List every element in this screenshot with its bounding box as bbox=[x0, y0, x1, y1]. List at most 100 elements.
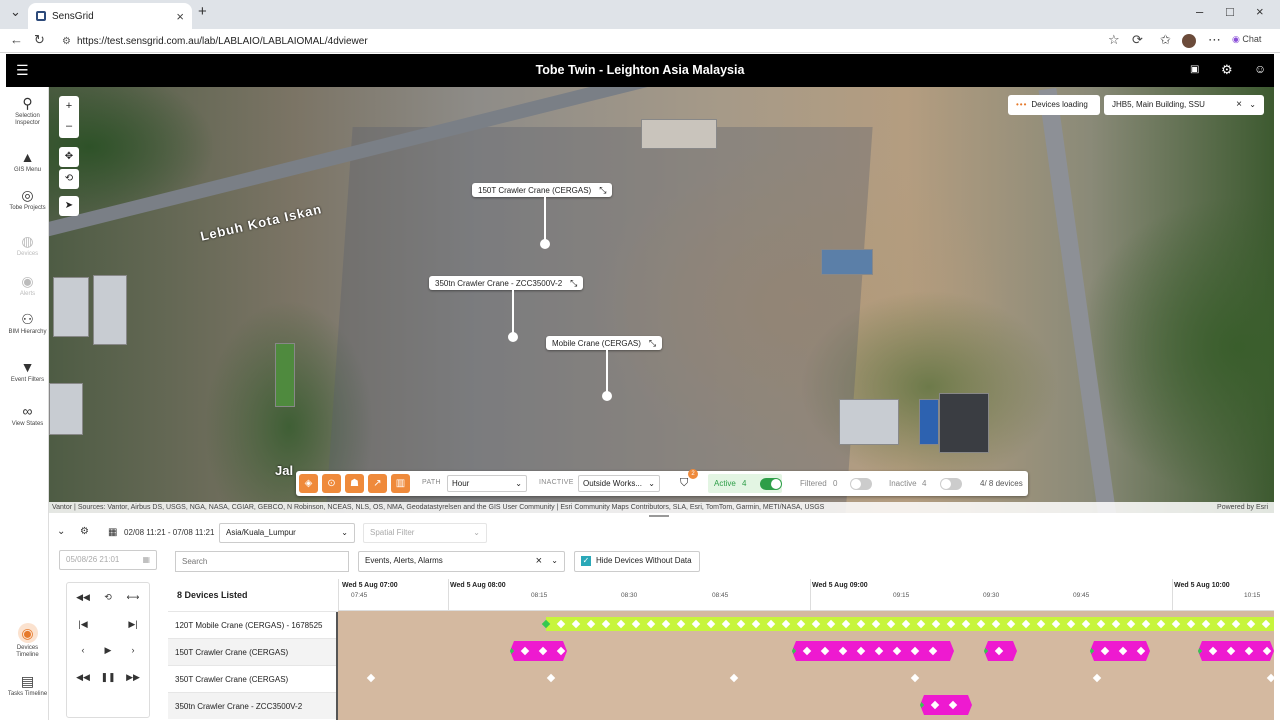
event-marker[interactable] bbox=[521, 647, 529, 655]
event-marker[interactable] bbox=[1126, 619, 1136, 629]
browser-tab[interactable]: SensGrid × bbox=[28, 3, 192, 29]
extensions-icon[interactable]: ⟳ bbox=[1132, 32, 1143, 48]
event-marker[interactable] bbox=[856, 619, 866, 629]
url-field[interactable]: ⚙ https://test.sensgrid.com.au/lab/LABLA… bbox=[52, 31, 1132, 51]
clear-event-filter-icon[interactable]: × bbox=[536, 552, 542, 570]
event-marker[interactable] bbox=[1171, 619, 1181, 629]
favorites-icon[interactable]: ✩ bbox=[1160, 32, 1171, 48]
device-marker[interactable] bbox=[540, 239, 550, 249]
map-callout-mobile-crane[interactable]: Mobile Crane (CERGAS) ⤡ bbox=[546, 336, 663, 350]
event-marker[interactable] bbox=[366, 673, 376, 683]
back-icon[interactable]: ← bbox=[10, 32, 23, 47]
event-marker[interactable] bbox=[1186, 619, 1196, 629]
event-marker[interactable] bbox=[995, 647, 1003, 655]
event-marker[interactable] bbox=[571, 619, 581, 629]
list-item[interactable]: 120T Mobile Crane (CERGAS) - 1678525 bbox=[168, 611, 338, 638]
event-marker[interactable] bbox=[646, 619, 656, 629]
inactive-select[interactable]: Outside Works... ⌄ bbox=[578, 475, 660, 492]
sidebar-item-bim-hierarchy[interactable]: ⚇ BIM Hierarchy bbox=[6, 311, 49, 336]
event-marker[interactable] bbox=[826, 619, 836, 629]
event-marker[interactable] bbox=[539, 647, 547, 655]
calendar-icon[interactable]: ▦ bbox=[108, 527, 117, 538]
event-marker[interactable] bbox=[1096, 619, 1106, 629]
event-marker[interactable] bbox=[1245, 647, 1253, 655]
filtered-toggle[interactable] bbox=[850, 478, 872, 490]
event-marker[interactable] bbox=[616, 619, 626, 629]
loop-icon[interactable]: ⟲ bbox=[98, 588, 118, 606]
collapse-callout-icon[interactable]: ⤡ bbox=[649, 338, 656, 348]
event-marker[interactable] bbox=[871, 619, 881, 629]
location-pin-icon[interactable]: ⊙ bbox=[322, 474, 341, 493]
settings-gear-icon[interactable]: ⚙ bbox=[1221, 62, 1233, 78]
select-pointer-icon[interactable]: ➤ bbox=[59, 196, 79, 216]
close-window-icon[interactable]: × bbox=[1256, 4, 1264, 19]
event-marker[interactable] bbox=[803, 647, 811, 655]
list-item[interactable]: 150T Crawler Crane (CERGAS) bbox=[168, 638, 338, 665]
chat-button[interactable]: ◉ Chat bbox=[1232, 34, 1261, 45]
clear-location-icon[interactable]: × bbox=[1236, 95, 1242, 115]
event-marker[interactable] bbox=[1141, 619, 1151, 629]
pause-icon[interactable]: ❚❚ bbox=[98, 668, 118, 686]
event-marker[interactable] bbox=[781, 619, 791, 629]
event-marker[interactable] bbox=[916, 619, 926, 629]
event-marker[interactable] bbox=[1081, 619, 1091, 629]
event-filter-select[interactable]: Events, Alerts, Alarms × ⌄ bbox=[358, 551, 565, 572]
event-marker[interactable] bbox=[961, 619, 971, 629]
activity-segment[interactable] bbox=[920, 695, 972, 715]
event-marker[interactable] bbox=[1101, 647, 1109, 655]
timeline-settings-icon[interactable]: ⚙ bbox=[80, 526, 89, 537]
reload-icon[interactable]: ↻ bbox=[34, 32, 45, 48]
event-marker[interactable] bbox=[661, 619, 671, 629]
tag-tool-icon[interactable]: ◈ bbox=[299, 474, 318, 493]
event-marker[interactable] bbox=[601, 619, 611, 629]
location-select[interactable]: JHB5, Main Building, SSU × ⌄ bbox=[1104, 95, 1264, 115]
favorite-star-icon[interactable]: ☆ bbox=[1108, 32, 1120, 48]
sidebar-item-alerts[interactable]: ◉ Alerts bbox=[6, 273, 49, 298]
date-input[interactable]: 05/08/26 21:01 ▦ bbox=[59, 550, 157, 570]
more-menu-icon[interactable]: ⋯ bbox=[1208, 32, 1221, 48]
date-range[interactable]: 02/08 11:21 - 07/08 11:21 bbox=[124, 528, 214, 537]
event-marker[interactable] bbox=[949, 701, 957, 709]
map-callout-150t-crane[interactable]: 150T Crawler Crane (CERGAS) ⤡ bbox=[472, 183, 613, 197]
event-marker[interactable] bbox=[1111, 619, 1121, 629]
play-icon[interactable]: ▶ bbox=[98, 641, 118, 659]
event-marker[interactable] bbox=[1066, 619, 1076, 629]
event-marker[interactable] bbox=[991, 619, 1001, 629]
building-tool-icon[interactable]: ▥ bbox=[391, 474, 410, 493]
pan-icon[interactable]: ✥ bbox=[59, 147, 79, 167]
activity-segment[interactable] bbox=[1198, 641, 1274, 661]
event-marker[interactable] bbox=[839, 647, 847, 655]
event-marker[interactable] bbox=[911, 647, 919, 655]
event-marker[interactable] bbox=[910, 673, 920, 683]
event-marker[interactable] bbox=[1263, 647, 1271, 655]
event-marker[interactable] bbox=[556, 619, 566, 629]
event-marker[interactable] bbox=[1231, 619, 1241, 629]
event-marker[interactable] bbox=[751, 619, 761, 629]
search-input[interactable] bbox=[175, 551, 349, 572]
zoom-out-button[interactable]: – bbox=[59, 116, 79, 136]
active-toggle[interactable] bbox=[760, 478, 782, 490]
calendar-icon[interactable]: ▦ bbox=[142, 551, 150, 569]
device-marker[interactable] bbox=[508, 332, 518, 342]
timeline-chart[interactable]: Wed 5 Aug 07:00 Wed 5 Aug 08:00 Wed 5 Au… bbox=[338, 579, 1276, 720]
event-marker[interactable] bbox=[1209, 647, 1217, 655]
event-marker[interactable] bbox=[1051, 619, 1061, 629]
event-marker[interactable] bbox=[1227, 647, 1235, 655]
new-tab-icon[interactable]: + bbox=[198, 3, 207, 20]
event-marker[interactable] bbox=[586, 619, 596, 629]
checkbox-checked-icon[interactable]: ✓ bbox=[581, 556, 591, 566]
timezone-select[interactable]: Asia/Kuala_Lumpur ⌄ bbox=[219, 523, 355, 543]
event-marker[interactable] bbox=[1266, 673, 1276, 683]
event-marker[interactable] bbox=[736, 619, 746, 629]
event-marker[interactable] bbox=[1006, 619, 1016, 629]
device-marker[interactable] bbox=[602, 391, 612, 401]
step-forward-icon[interactable]: › bbox=[123, 641, 143, 659]
event-marker[interactable] bbox=[721, 619, 731, 629]
chevron-down-icon[interactable]: ⌄ bbox=[1249, 95, 1256, 115]
event-marker[interactable] bbox=[811, 619, 821, 629]
activity-segment[interactable] bbox=[510, 641, 567, 661]
event-marker[interactable] bbox=[691, 619, 701, 629]
event-marker[interactable] bbox=[1156, 619, 1166, 629]
event-marker[interactable] bbox=[557, 647, 565, 655]
event-marker[interactable] bbox=[706, 619, 716, 629]
